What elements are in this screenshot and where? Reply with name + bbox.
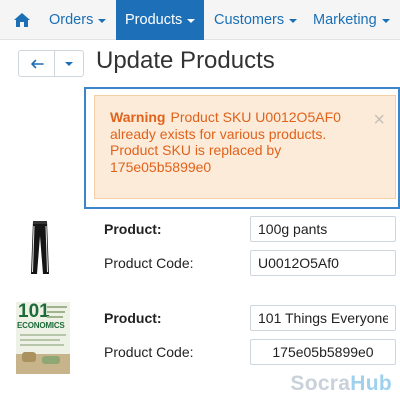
nav-orders-label: Orders [49, 12, 94, 28]
pants-thumbnail [26, 220, 54, 276]
chevron-down-icon [289, 19, 298, 23]
warning-alert: Warning Product SKU U0012O5AF0 already ex… [94, 95, 396, 199]
product-label: Product: [104, 310, 162, 326]
close-icon[interactable]: × [373, 110, 385, 130]
alert-frame: Warning Product SKU U0012O5AF0 already ex… [84, 87, 400, 209]
home-icon[interactable] [8, 0, 36, 40]
top-navigation: Orders Products Customers Marketing [0, 0, 400, 40]
product-code-input[interactable] [250, 250, 396, 276]
caret-down-icon [65, 61, 73, 66]
back-button[interactable] [19, 51, 55, 76]
nav-customers[interactable]: Customers [205, 0, 306, 40]
chevron-down-icon [98, 19, 107, 23]
nav-products-label: Products [125, 12, 183, 28]
product-name-input[interactable] [250, 216, 396, 242]
watermark-prefix: Socra [290, 372, 351, 395]
book-cover-number: 101 [18, 302, 50, 322]
alert-label: Warning [110, 109, 166, 125]
product-name-input[interactable] [250, 305, 396, 331]
nav-products[interactable]: Products [116, 0, 205, 40]
nav-marketing[interactable]: Marketing [304, 0, 399, 40]
back-button-group [18, 50, 84, 77]
arrow-left-icon [30, 59, 44, 68]
product-code-label: Product Code: [104, 344, 194, 360]
product-label: Product: [104, 221, 162, 237]
book-cover-thumbnail: 101 ECONOMICS [16, 302, 70, 374]
chevron-down-icon [381, 19, 390, 23]
nav-orders[interactable]: Orders [40, 0, 115, 40]
book-cover-title: ECONOMICS [17, 321, 65, 330]
watermark-suffix: Hub [350, 372, 392, 395]
product-code-label: Product Code: [104, 255, 194, 271]
actions-dropdown-button[interactable] [55, 51, 83, 76]
product-code-input[interactable] [250, 339, 396, 365]
nav-customers-label: Customers [214, 12, 285, 28]
nav-marketing-label: Marketing [313, 12, 377, 28]
watermark-logo: SocraHub [290, 372, 392, 396]
chevron-down-icon [187, 19, 196, 23]
page-title: Update Products [96, 47, 275, 74]
